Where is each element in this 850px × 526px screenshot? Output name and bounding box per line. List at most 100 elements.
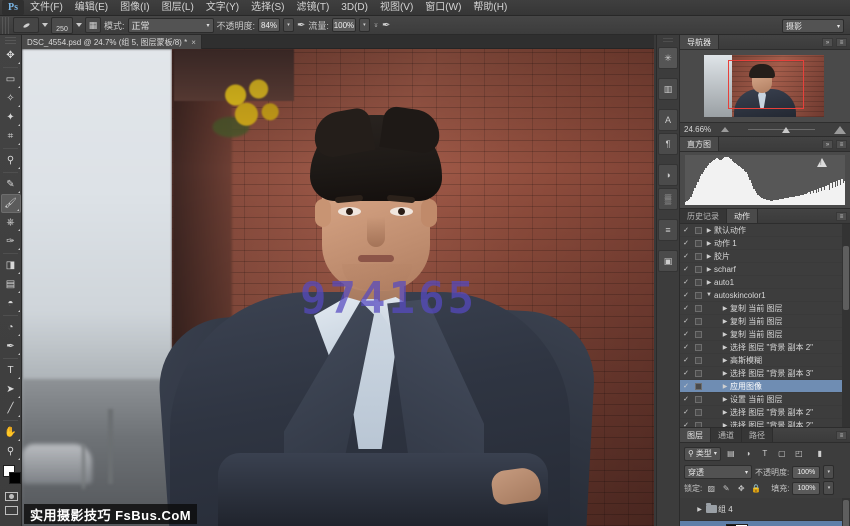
background-color-swatch[interactable] bbox=[9, 472, 21, 484]
action-enabled-check[interactable]: ✓ bbox=[680, 291, 692, 299]
action-enabled-check[interactable]: ✓ bbox=[680, 226, 692, 234]
history-brush-tool[interactable]: ✑ bbox=[1, 232, 21, 251]
action-enabled-check[interactable]: ✓ bbox=[680, 421, 692, 427]
document-tab[interactable]: DSC_4554.psd @ 24.7% (组 5, 图层蒙板/8) * × bbox=[22, 35, 202, 49]
actions-scroll-thumb[interactable] bbox=[843, 246, 849, 310]
layer-row[interactable]: 👁▼⛓组 5 bbox=[680, 521, 850, 526]
brush-tool[interactable]: 🖌 bbox=[1, 194, 21, 213]
action-dialog-toggle[interactable] bbox=[692, 370, 704, 377]
filter-toggle-icon[interactable]: ▮ bbox=[813, 447, 827, 461]
action-dialog-toggle[interactable] bbox=[692, 305, 704, 312]
action-row[interactable]: ✓▶选择 图层 "背景 副本 2" bbox=[680, 419, 850, 427]
action-dialog-toggle[interactable] bbox=[692, 344, 704, 351]
brush-preset-preview[interactable] bbox=[13, 17, 39, 33]
move-tool[interactable]: ✥ bbox=[1, 46, 21, 65]
color-swatches[interactable] bbox=[0, 463, 22, 489]
action-dialog-toggle[interactable] bbox=[692, 279, 704, 286]
pen-tool[interactable]: ✒ bbox=[1, 337, 21, 356]
action-dialog-toggle[interactable] bbox=[692, 266, 704, 273]
action-expand-icon[interactable]: ▶ bbox=[704, 279, 714, 286]
action-dialog-toggle[interactable] bbox=[692, 383, 704, 390]
toggle-brush-panel-icon[interactable]: ▦ bbox=[85, 17, 101, 33]
action-expand-icon[interactable]: ▶ bbox=[720, 357, 730, 364]
action-enabled-check[interactable]: ✓ bbox=[680, 330, 692, 338]
panel-menu-icon[interactable]: ≡ bbox=[836, 140, 847, 149]
character-button[interactable]: A bbox=[658, 109, 678, 131]
brush-preset-chevron-icon[interactable] bbox=[42, 23, 48, 27]
collapse-icon[interactable]: » bbox=[822, 38, 833, 47]
tab-paths[interactable]: 路径 bbox=[742, 428, 773, 442]
action-expand-icon[interactable]: ▶ bbox=[704, 253, 714, 260]
menu-item-1[interactable]: 编辑(E) bbox=[69, 0, 114, 16]
action-dialog-toggle[interactable] bbox=[692, 240, 704, 247]
action-enabled-check[interactable]: ✓ bbox=[680, 317, 692, 325]
tab-history[interactable]: 历史记录 bbox=[680, 209, 727, 223]
dodge-tool[interactable]: ◔ bbox=[1, 318, 21, 337]
navigator-zoom-value[interactable]: 24.66% bbox=[684, 125, 716, 134]
action-enabled-check[interactable]: ✓ bbox=[680, 356, 692, 364]
lock-transparent-icon[interactable]: ▨ bbox=[705, 482, 717, 494]
action-expand-icon[interactable]: ▶ bbox=[720, 305, 730, 312]
tablet-pressure-icon[interactable]: ✒ bbox=[382, 20, 390, 31]
filter-type-icon[interactable]: T bbox=[758, 447, 772, 461]
action-enabled-check[interactable]: ✓ bbox=[680, 239, 692, 247]
airbrush-icon[interactable]: ⍤ bbox=[373, 20, 379, 31]
workspace-select[interactable]: 摄影 ▾ bbox=[782, 19, 844, 33]
action-dialog-toggle[interactable] bbox=[692, 396, 704, 403]
lock-all-icon[interactable]: 🔒 bbox=[750, 482, 762, 494]
action-row[interactable]: ✓▼autoskincolor1 bbox=[680, 289, 850, 302]
action-enabled-check[interactable]: ✓ bbox=[680, 395, 692, 403]
filter-shape-icon[interactable]: ▢ bbox=[775, 447, 789, 461]
action-enabled-check[interactable]: ✓ bbox=[680, 304, 692, 312]
zoom-out-icon[interactable] bbox=[721, 127, 729, 132]
flow-stepper[interactable]: ▾ bbox=[359, 18, 370, 32]
zoom-in-icon[interactable] bbox=[834, 126, 846, 134]
action-expand-icon[interactable]: ▶ bbox=[720, 422, 730, 428]
action-dialog-toggle[interactable] bbox=[692, 409, 704, 416]
action-row[interactable]: ✓▶复制 当前 图层 bbox=[680, 302, 850, 315]
mini-bridge-button[interactable]: ✳ bbox=[658, 47, 678, 69]
tab-navigator[interactable]: 导航器 bbox=[680, 35, 719, 49]
slider-handle[interactable] bbox=[782, 127, 790, 133]
action-enabled-check[interactable]: ✓ bbox=[680, 252, 692, 260]
menu-item-3[interactable]: 图层(L) bbox=[156, 0, 200, 16]
panel-menu-icon[interactable]: ≡ bbox=[836, 212, 847, 221]
flow-field[interactable]: 100% bbox=[332, 18, 356, 32]
menu-item-0[interactable]: 文件(F) bbox=[24, 0, 69, 16]
lasso-tool[interactable]: ✧ bbox=[1, 89, 21, 108]
gradient-tool[interactable]: ▤ bbox=[1, 275, 21, 294]
action-row[interactable]: ✓▶复制 当前 图层 bbox=[680, 328, 850, 341]
layer-row[interactable]: ▶组 4 bbox=[680, 498, 850, 521]
action-row[interactable]: ✓▶高斯模糊 bbox=[680, 354, 850, 367]
action-expand-icon[interactable]: ▶ bbox=[704, 266, 714, 273]
filter-pixel-icon[interactable]: ▤ bbox=[724, 447, 738, 461]
action-row[interactable]: ✓▶scharf bbox=[680, 263, 850, 276]
histogram-dock-button[interactable]: ▥ bbox=[658, 78, 678, 100]
action-dialog-toggle[interactable] bbox=[692, 253, 704, 260]
action-enabled-check[interactable]: ✓ bbox=[680, 408, 692, 416]
action-row[interactable]: ✓▶设置 当前 图层 bbox=[680, 393, 850, 406]
action-dialog-toggle[interactable] bbox=[692, 422, 704, 428]
adjustments-button[interactable]: ≡ bbox=[658, 219, 678, 241]
action-row[interactable]: ✓▶auto1 bbox=[680, 276, 850, 289]
layer-expand-icon[interactable]: ▶ bbox=[695, 506, 704, 513]
layer-blend-mode-select[interactable]: 穿透 ▾ bbox=[684, 465, 752, 479]
layer-fill-stepper[interactable]: ▾ bbox=[823, 481, 834, 495]
actions-scrollbar[interactable] bbox=[842, 224, 850, 427]
action-row[interactable]: ✓▶选择 图层 "背景 副本 2" bbox=[680, 341, 850, 354]
action-row[interactable]: ✓▶选择 图层 "背景 副本 2" bbox=[680, 406, 850, 419]
actions-list[interactable]: ✓▶默认动作✓▶动作 1✓▶胶片✓▶scharf✓▶auto1✓▼autoski… bbox=[680, 224, 850, 427]
swatches-button[interactable]: ▒ bbox=[658, 188, 678, 210]
menu-item-9[interactable]: 窗口(W) bbox=[419, 0, 467, 16]
action-enabled-check[interactable]: ✓ bbox=[680, 343, 692, 351]
layer-opacity-field[interactable]: 100% bbox=[792, 466, 820, 479]
dock-grip[interactable] bbox=[663, 38, 673, 44]
eraser-tool[interactable]: ◨ bbox=[1, 256, 21, 275]
action-expand-icon[interactable]: ▶ bbox=[720, 396, 730, 403]
healing-brush-tool[interactable]: ✎ bbox=[1, 175, 21, 194]
blur-tool[interactable]: ◓ bbox=[1, 294, 21, 313]
layers-scrollbar[interactable] bbox=[842, 498, 850, 526]
opacity-stepper[interactable]: ▾ bbox=[283, 18, 294, 32]
clone-stamp-tool[interactable]: ⎈ bbox=[1, 213, 21, 232]
paragraph-button[interactable]: ¶ bbox=[658, 133, 678, 155]
